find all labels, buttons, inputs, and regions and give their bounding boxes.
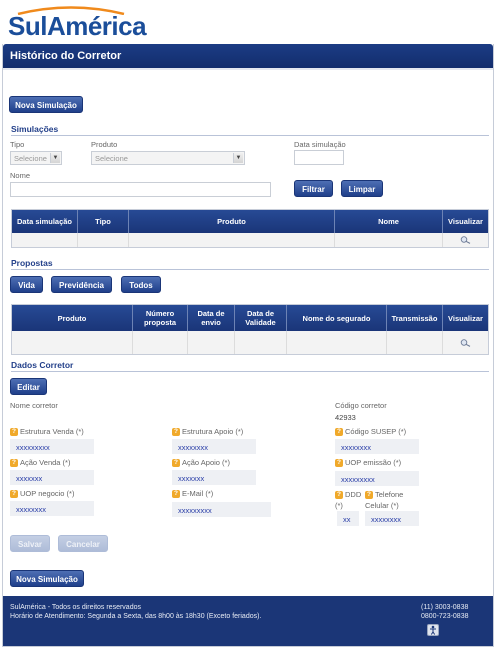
simulacoes-heading: Simulações — [11, 124, 59, 134]
help-icon[interactable]: ? — [335, 459, 343, 467]
email-field[interactable]: xxxxxxxxx — [172, 502, 271, 517]
estrutura-apoio-field[interactable]: xxxxxxxx — [172, 439, 256, 454]
produto-select-value: Selecione — [95, 154, 128, 163]
nome-input[interactable] — [10, 182, 271, 197]
cancelar-button[interactable]: Cancelar — [58, 535, 108, 552]
tipo-select-value: Selecione — [14, 154, 47, 163]
produto-select[interactable]: Selecione ▼ — [91, 151, 245, 165]
filtrar-button[interactable]: Filtrar — [294, 180, 333, 197]
help-icon[interactable]: ? — [172, 490, 180, 498]
table-row — [12, 331, 488, 354]
uop-emissao-label: UOP emissão (*) — [345, 458, 402, 467]
col-visualizar: Visualizar — [448, 313, 483, 323]
telefone-label: Telefone — [375, 490, 404, 499]
estrutura-apoio-label: Estrutura Apoio (*) — [182, 427, 244, 436]
codigo-susep-label: Código SUSEP (*) — [345, 427, 407, 436]
col-visualizar: Visualizar — [448, 217, 483, 226]
tipo-label: Tipo — [10, 140, 25, 149]
telefone-field[interactable]: xxxxxxxx — [365, 511, 419, 526]
acao-venda-field[interactable]: xxxxxxx — [10, 470, 94, 485]
propostas-table-header: Produto Número proposta Data de envio Da… — [12, 305, 488, 331]
ddd-label-required: (*) — [335, 501, 343, 510]
help-icon[interactable]: ? — [172, 459, 180, 467]
footer-phone-2: 0800-723-0838 — [421, 613, 469, 620]
uop-emissao-field[interactable]: xxxxxxxxx — [335, 471, 419, 486]
email-label: E-Mail (*) — [182, 489, 214, 498]
codigo-susep-field[interactable]: xxxxxxxx — [335, 439, 419, 454]
footer-hours: Horário de Atendimento: Segunda a Sexta,… — [10, 613, 262, 620]
previdencia-button[interactable]: Previdência — [51, 276, 112, 293]
acao-venda-label: Ação Venda (*) — [20, 458, 71, 467]
salvar-button[interactable]: Salvar — [10, 535, 50, 552]
vida-button[interactable]: Vida — [10, 276, 43, 293]
help-icon[interactable]: ? — [365, 491, 373, 499]
dados-corretor-divider — [11, 371, 489, 372]
table-row — [12, 233, 488, 247]
accessibility-icon[interactable] — [427, 624, 439, 636]
help-icon[interactable]: ? — [335, 428, 343, 436]
limpar-button[interactable]: Limpar — [341, 180, 383, 197]
help-icon[interactable]: ? — [172, 428, 180, 436]
propostas-table: Produto Número proposta Data de envio Da… — [11, 304, 489, 355]
data-simulacao-input[interactable] — [294, 150, 344, 165]
help-icon[interactable]: ? — [10, 490, 18, 498]
acao-apoio-field[interactable]: xxxxxxx — [172, 470, 256, 485]
simulacoes-divider — [11, 135, 489, 136]
nova-simulacao-button-bottom[interactable]: Nova Simulação — [10, 570, 84, 587]
editar-button[interactable]: Editar — [10, 378, 47, 395]
data-simulacao-label: Data simulação — [294, 140, 346, 149]
acao-apoio-label: Ação Apoio (*) — [182, 458, 230, 467]
dados-corretor-heading: Dados Corretor — [11, 360, 74, 370]
chevron-down-icon: ▼ — [50, 153, 60, 163]
codigo-corretor-value: 42933 — [335, 413, 356, 422]
page-title: Histórico do Corretor — [3, 44, 493, 68]
propostas-heading: Propostas — [11, 258, 53, 268]
uop-negocio-label: UOP negocio (*) — [20, 489, 75, 498]
estrutura-venda-label: Estrutura Venda (*) — [20, 427, 84, 436]
col-transmissao: Transmissão — [387, 305, 443, 331]
sulamerica-logo: SulAmérica — [8, 4, 147, 44]
visualizar-cell — [443, 331, 488, 354]
col-data-simulacao: Data simulação — [12, 210, 78, 233]
footer-rights: SulAmérica - Todos os direitos reservado… — [10, 604, 141, 611]
col-tipo: Tipo — [78, 210, 129, 233]
col-nome: Nome — [335, 210, 443, 233]
col-data-envio: Data de envio — [188, 305, 235, 331]
nova-simulacao-button[interactable]: Nova Simulação — [9, 96, 83, 113]
estrutura-venda-field[interactable]: xxxxxxxxx — [10, 439, 94, 454]
uop-negocio-field[interactable]: xxxxxxxx — [10, 501, 94, 516]
codigo-corretor-label: Código corretor — [335, 401, 387, 410]
col-produto: Produto — [12, 305, 133, 331]
simulacoes-table: Data simulação Tipo Produto Nome Visuali… — [11, 209, 489, 248]
col-data-validade: Data de Validade — [235, 305, 287, 331]
produto-label: Produto — [91, 140, 118, 149]
col-nome-segurado: Nome do segurado — [287, 305, 387, 331]
footer-phone-1: (11) 3003-0838 — [421, 604, 469, 611]
footer: SulAmérica - Todos os direitos reservado… — [3, 596, 493, 646]
col-produto: Produto — [129, 210, 335, 233]
propostas-divider — [11, 269, 489, 270]
chevron-down-icon: ▼ — [233, 153, 243, 163]
ddd-field[interactable]: xx — [337, 511, 359, 526]
col-numero-proposta: Número proposta — [133, 305, 188, 331]
logo-text: SulAmérica — [8, 11, 147, 41]
tipo-select[interactable]: Selecione ▼ — [10, 151, 62, 165]
todos-button[interactable]: Todos — [121, 276, 161, 293]
nome-corretor-label: Nome corretor — [10, 401, 58, 410]
telefone-label-required: Celular (*) — [365, 501, 399, 510]
ddd-label: DDD — [345, 490, 362, 499]
simulacoes-table-header: Data simulação Tipo Produto Nome Visuali… — [12, 210, 488, 233]
title-divider — [3, 68, 493, 70]
help-icon[interactable]: ? — [335, 491, 343, 499]
help-icon[interactable]: ? — [10, 428, 18, 436]
help-icon[interactable]: ? — [10, 459, 18, 467]
magnifier-icon[interactable] — [460, 236, 472, 244]
nome-label: Nome — [10, 171, 31, 180]
main-frame: Histórico do Corretor Nova Simulação Sim… — [2, 44, 494, 647]
visualizar-cell — [443, 233, 488, 247]
magnifier-icon[interactable] — [460, 338, 472, 347]
